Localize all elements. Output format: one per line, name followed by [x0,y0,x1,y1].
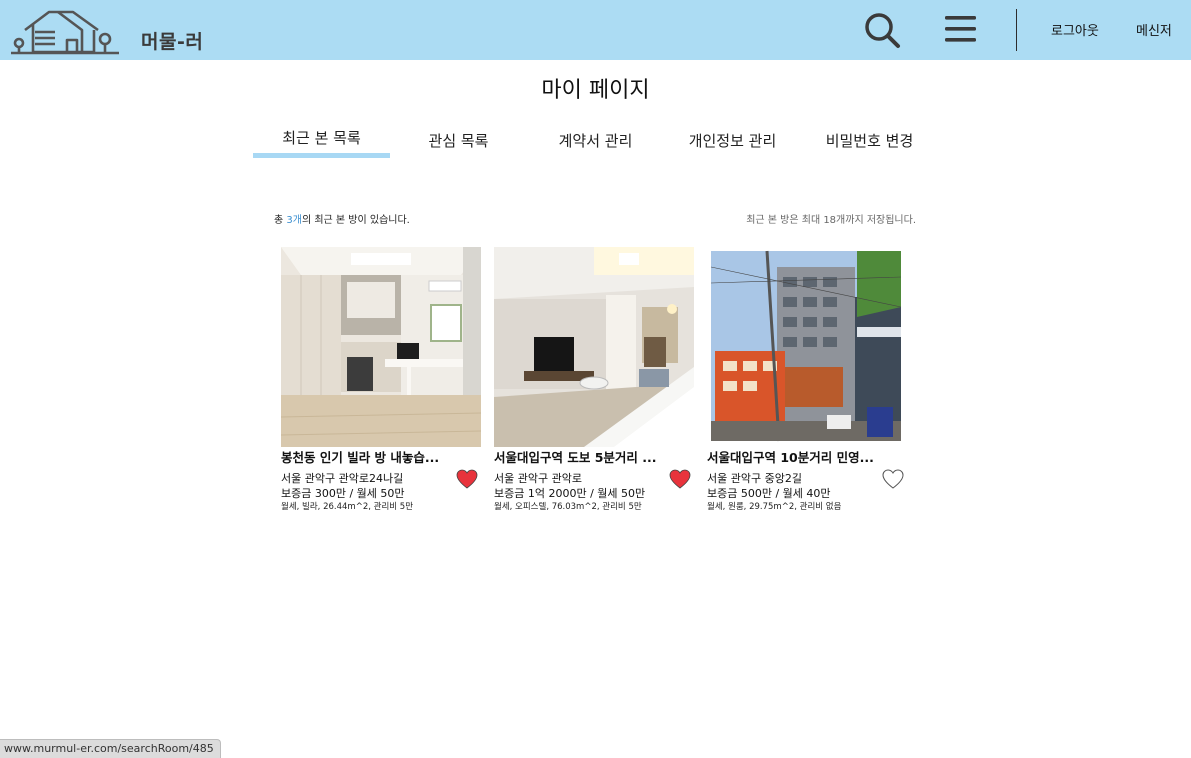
room-photo[interactable] [494,247,694,447]
room-price: 보증금 500만 / 월세 40만 [707,487,831,500]
page-title: 마이 페이지 [541,78,650,103]
house-logo-icon[interactable] [11,8,119,56]
room-detail: 월세, 빌라, 26.44m^2, 관리비 5만 [281,502,414,512]
header-divider [1016,9,1017,51]
room-detail: 월세, 원룸, 29.75m^2, 관리비 없음 [707,502,842,512]
room-title[interactable]: 봉천동 인기 빌라 방 내놓습... [281,447,481,466]
search-icon[interactable] [862,10,902,50]
recent-count-text: 총 3개의 최근 본 방이 있습니다. [274,211,410,226]
room-price: 보증금 1억 2000만 / 월세 50만 [494,487,646,500]
room-photo[interactable] [281,247,481,447]
tab-change-password[interactable]: 비밀번호 변경 [801,126,938,160]
heart-filled-icon[interactable] [456,469,478,489]
brand-name[interactable]: 머물-러 [141,27,203,54]
room-card[interactable]: 서울대입구역 도보 5분거리 ... 서울 관악구 관악로 보증금 1억 200… [494,247,694,515]
count-suffix: 의 최근 본 방이 있습니다. [301,215,410,226]
room-address: 서울 관악구 관악로 [494,472,582,485]
room-title[interactable]: 서울대입구역 10분거리 민영... [707,447,907,466]
heart-outline-icon[interactable] [882,469,904,489]
browser-status-url: www.murmul-er.com/searchRoom/485 [0,739,221,758]
room-detail: 월세, 오피스텔, 76.03m^2, 관리비 5만 [494,502,642,512]
mypage-tabs: 최근 본 목록 관심 목록 계약서 관리 개인정보 관리 비밀번호 변경 [253,126,943,160]
logout-link[interactable]: 로그아웃 [1051,20,1099,39]
count-number: 3개 [286,215,302,226]
messenger-link[interactable]: 메신저 [1136,20,1172,39]
tab-label: 계약서 관리 [558,132,633,150]
room-card[interactable]: 봉천동 인기 빌라 방 내놓습... 서울 관악구 관악로24나길 보증금 30… [281,247,481,515]
tab-contracts[interactable]: 계약서 관리 [527,126,664,160]
room-photo[interactable] [707,247,907,447]
tab-recently-viewed[interactable]: 최근 본 목록 [253,126,390,160]
tab-favorites[interactable]: 관심 목록 [390,126,527,160]
hamburger-menu-icon[interactable] [944,12,978,46]
tab-label: 개인정보 관리 [688,132,777,150]
tab-label: 비밀번호 변경 [825,132,914,150]
heart-filled-icon[interactable] [669,469,691,489]
room-address: 서울 관악구 중앙2길 [707,472,802,485]
room-card[interactable]: 서울대입구역 10분거리 민영... 서울 관악구 중앙2길 보증금 500만 … [707,247,907,515]
room-price: 보증금 300만 / 월세 50만 [281,487,405,500]
top-header: 머물-러 로그아웃 메신저 [0,0,1191,60]
count-prefix: 총 [274,215,287,226]
tab-label: 최근 본 목록 [282,129,361,147]
tab-label: 관심 목록 [428,132,489,150]
room-address: 서울 관악구 관악로24나길 [281,472,404,485]
tab-profile-settings[interactable]: 개인정보 관리 [664,126,801,160]
storage-limit-note: 최근 본 방은 최대 18개까지 저장됩니다. [746,215,916,226]
room-title[interactable]: 서울대입구역 도보 5분거리 ... [494,447,694,466]
